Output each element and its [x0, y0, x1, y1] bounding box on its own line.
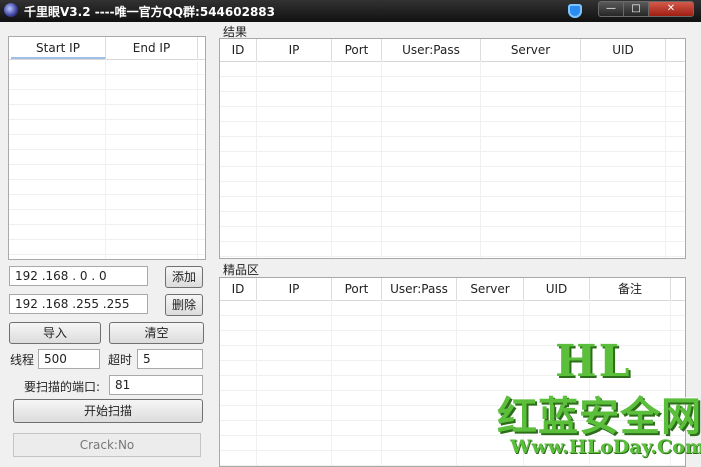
row-gridline — [9, 194, 205, 195]
ports-label: 要扫描的端口: — [24, 380, 101, 394]
skin-gem-icon[interactable] — [568, 4, 582, 18]
row-gridline — [220, 136, 685, 137]
row-gridline — [9, 149, 205, 150]
favorites-col-id[interactable]: ID — [220, 278, 257, 300]
row-gridline — [220, 241, 685, 242]
threads-label: 线程 — [10, 353, 35, 367]
row-gridline — [9, 164, 205, 165]
favorites-col-userpass[interactable]: User:Pass — [382, 278, 457, 300]
row-gridline — [220, 256, 685, 257]
maximize-button[interactable]: □ — [623, 1, 649, 17]
row-gridline — [9, 89, 205, 90]
end-ip-input[interactable]: 192 .168 .255 .255 — [9, 294, 148, 314]
favorites-col-server[interactable]: Server — [457, 278, 524, 300]
favorites-group-label: 精品区 — [223, 263, 260, 277]
row-gridline — [220, 151, 685, 152]
import-button[interactable]: 导入 — [9, 322, 101, 344]
row-gridline — [220, 166, 685, 167]
start-ip-input[interactable]: 192 .168 . 0 . 0 — [9, 266, 148, 286]
row-gridline — [9, 224, 205, 225]
results-col-ip[interactable]: IP — [257, 39, 332, 61]
row-gridline — [220, 76, 685, 77]
clear-button[interactable]: 清空 — [109, 322, 204, 344]
row-gridline — [220, 226, 685, 227]
col-divider — [256, 300, 257, 466]
add-button[interactable]: 添加 — [165, 266, 203, 288]
row-gridline — [9, 209, 205, 210]
close-button[interactable]: ✕ — [648, 1, 694, 17]
timeout-label: 超时 — [108, 353, 133, 367]
results-header: ID IP Port User:Pass Server UID — [220, 39, 685, 62]
results-table[interactable]: ID IP Port User:Pass Server UID — [219, 38, 686, 259]
row-gridline — [220, 211, 685, 212]
title-bar: 千里眼V3.2 ----唯一官方QQ群:544602883 — □ ✕ — [0, 0, 701, 22]
window-title: 千里眼V3.2 ----唯一官方QQ群:544602883 — [24, 5, 275, 19]
row-gridline — [220, 196, 685, 197]
app-eye-icon — [4, 3, 18, 17]
row-gridline — [9, 74, 205, 75]
favorites-col-note[interactable]: 备注 — [590, 278, 671, 300]
results-col-uid[interactable]: UID — [581, 39, 666, 61]
results-col-userpass[interactable]: User:Pass — [382, 39, 481, 61]
row-gridline — [220, 315, 685, 316]
watermark-url: Www.HLoDay.Com — [510, 436, 701, 458]
ip-range-header: Start IP End IP — [9, 37, 205, 60]
results-col-port[interactable]: Port — [332, 39, 382, 61]
row-gridline — [9, 239, 205, 240]
row-gridline — [220, 465, 685, 466]
delete-button[interactable]: 删除 — [165, 294, 203, 316]
row-gridline — [9, 104, 205, 105]
minimize-button[interactable]: — — [598, 1, 624, 17]
results-col-server[interactable]: Server — [481, 39, 581, 61]
start-ip-header[interactable]: Start IP — [11, 37, 106, 59]
crack-status: Crack:No — [13, 433, 201, 457]
favorites-col-port[interactable]: Port — [332, 278, 382, 300]
timeout-input[interactable]: 5 — [137, 349, 203, 369]
watermark-name: 红蓝安全网 — [497, 394, 701, 440]
row-gridline — [9, 179, 205, 180]
row-gridline — [220, 121, 685, 122]
col-divider — [456, 300, 457, 466]
ports-input[interactable]: 81 — [109, 375, 203, 395]
threads-input[interactable]: 500 — [38, 349, 100, 369]
results-col-id[interactable]: ID — [220, 39, 257, 61]
row-gridline — [220, 181, 685, 182]
row-gridline — [9, 119, 205, 120]
row-gridline — [9, 254, 205, 255]
row-gridline — [9, 134, 205, 135]
col-divider — [381, 300, 382, 466]
row-gridline — [220, 91, 685, 92]
col-divider — [331, 300, 332, 466]
end-ip-header[interactable]: End IP — [106, 37, 198, 59]
favorites-col-uid[interactable]: UID — [524, 278, 590, 300]
row-gridline — [220, 330, 685, 331]
watermark-brand: HL — [555, 336, 632, 387]
row-gridline — [220, 106, 685, 107]
ip-range-list[interactable]: Start IP End IP — [8, 36, 206, 260]
favorites-header: ID IP Port User:Pass Server UID 备注 — [220, 278, 685, 301]
start-scan-button[interactable]: 开始扫描 — [13, 399, 203, 423]
favorites-col-ip[interactable]: IP — [257, 278, 332, 300]
